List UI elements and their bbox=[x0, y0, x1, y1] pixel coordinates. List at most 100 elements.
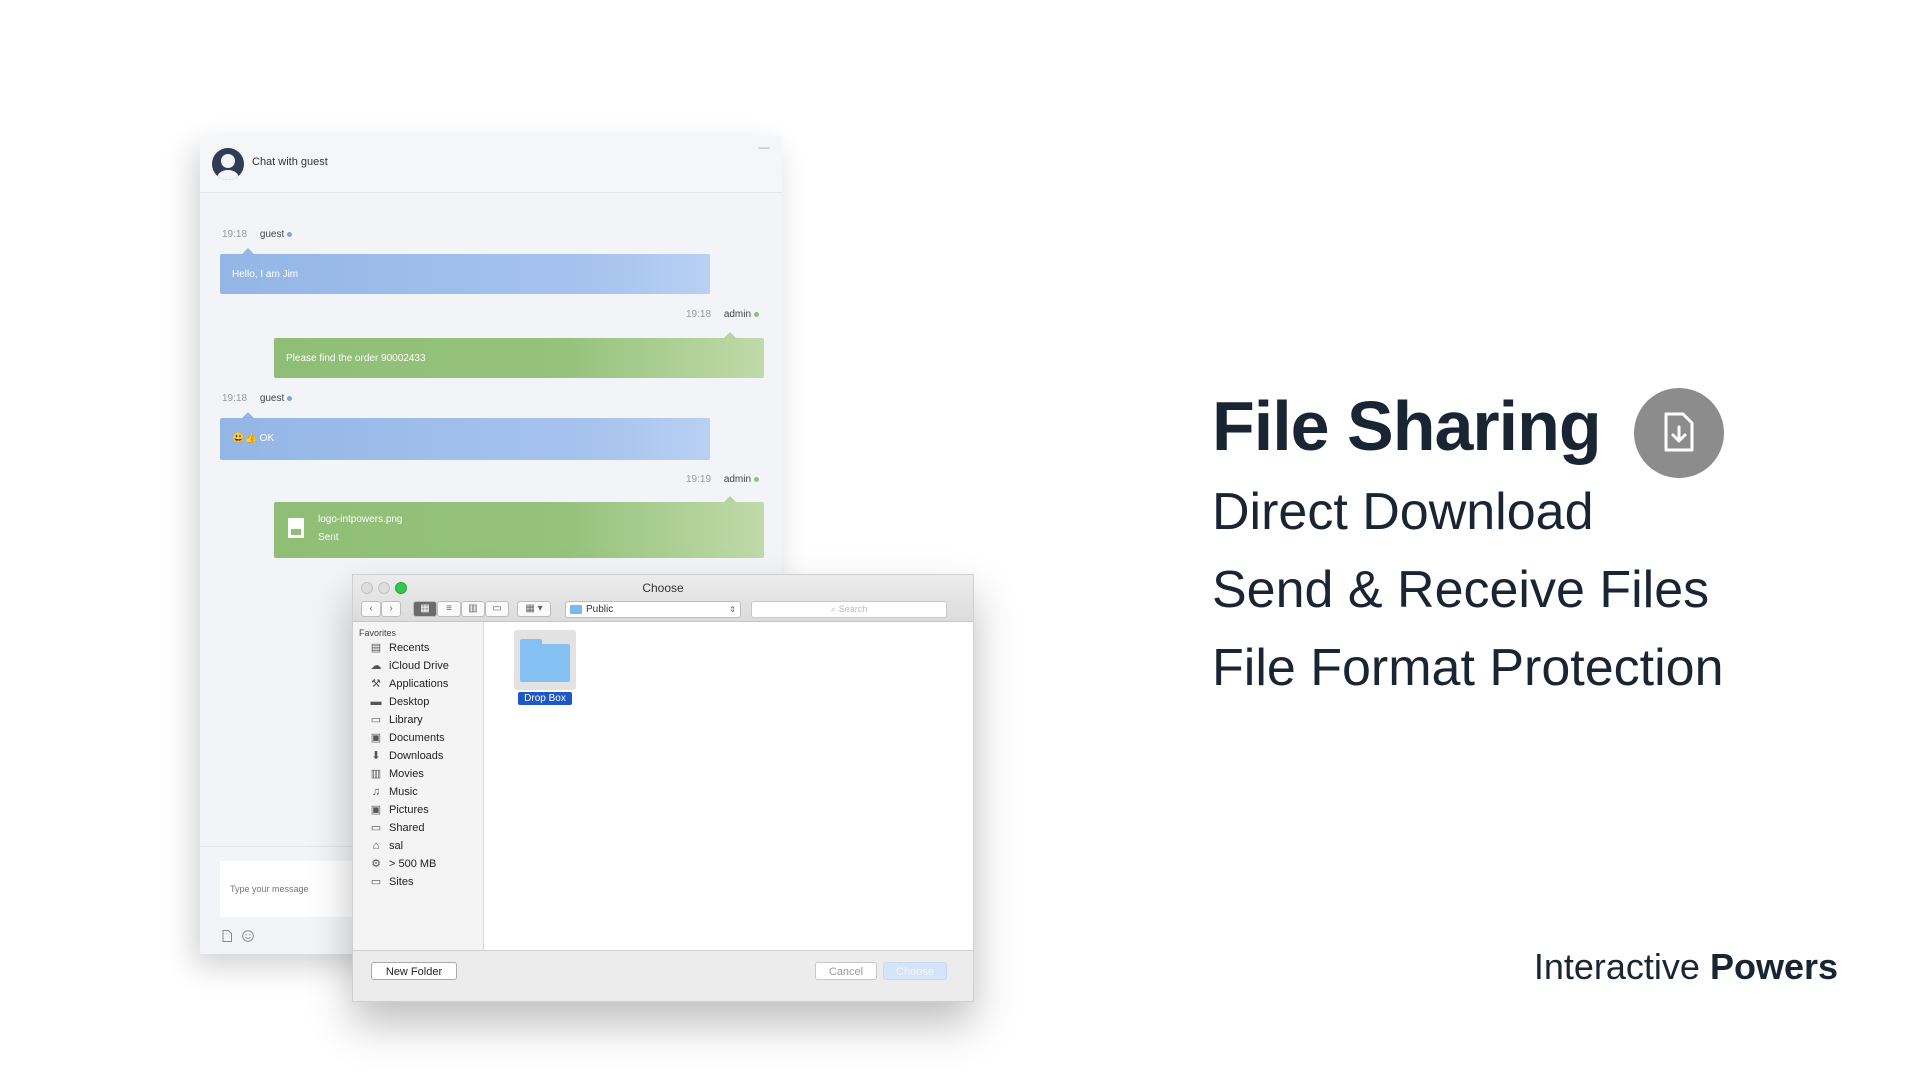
dialog-sidebar: Favorites ▤ Recents ☁ iCloud Drive ⚒ Applic… bbox=[353, 622, 484, 950]
sidebar-item-icloud-drive[interactable]: ☁ iCloud Drive bbox=[369, 656, 449, 676]
recents-icon: ▤ bbox=[370, 642, 382, 654]
online-dot bbox=[754, 311, 760, 317]
folder-item-drop-box[interactable]: Drop Box bbox=[514, 630, 576, 706]
dialog-title: Choose bbox=[642, 581, 684, 595]
arrange-grid-icon: ▦ ▾ bbox=[525, 603, 543, 614]
online-dot bbox=[287, 395, 293, 401]
message-user: guest bbox=[259, 393, 285, 404]
message-bubble-guest: 😃👍 OK bbox=[220, 412, 710, 460]
message-text: 😃👍 OK bbox=[232, 433, 275, 444]
feature-title: File Sharing bbox=[1212, 387, 1602, 465]
feature-format-protection: File Format Protection bbox=[1212, 639, 1724, 697]
message-text: Please find the order 90002433 bbox=[286, 353, 426, 364]
sidebar-item-shared[interactable]: ▭ Shared bbox=[369, 818, 425, 838]
movies-icon: ▥ bbox=[370, 768, 382, 780]
column-view-button[interactable]: ▥ bbox=[461, 601, 485, 617]
favorites-header: Favorites bbox=[359, 628, 397, 638]
sidebar-item-sal[interactable]: ⌂ sal bbox=[369, 836, 403, 856]
folder-label: Drop Box bbox=[518, 692, 572, 705]
message-user: admin bbox=[723, 474, 752, 485]
sidebar-item-downloads[interactable]: ⬇ Downloads bbox=[369, 746, 443, 766]
attach-file-icon[interactable] bbox=[222, 930, 232, 942]
message-meta: 19:18 guest bbox=[222, 393, 293, 404]
minimize-button[interactable]: — bbox=[758, 140, 770, 154]
downloads-icon: ⬇ bbox=[371, 750, 381, 762]
sidebar-item-500mb[interactable]: ⚙ > 500 MB bbox=[369, 854, 436, 874]
emoji-icon[interactable] bbox=[242, 930, 254, 942]
file-message-bubble[interactable]: logo-intpowers.png Sent bbox=[274, 496, 764, 558]
sidebar-item-music[interactable]: ♫ Music bbox=[369, 782, 418, 802]
folder-icon: ▭ bbox=[370, 822, 382, 834]
message-bubble-guest: Hello, I am Jim bbox=[220, 248, 710, 294]
gear-icon: ⚙ bbox=[371, 858, 381, 870]
cover-flow-icon: ▭ bbox=[492, 603, 502, 614]
brand-light: Interactive bbox=[1533, 946, 1700, 987]
choose-button[interactable]: Choose bbox=[883, 962, 947, 980]
brand-logo: Interactive Powers bbox=[1534, 946, 1838, 988]
grid-icon: ▦ bbox=[420, 603, 430, 614]
desktop-icon: ▬ bbox=[370, 696, 382, 708]
columns-icon: ▥ bbox=[468, 603, 478, 614]
message-user: admin bbox=[723, 309, 752, 320]
file-download-icon bbox=[1634, 388, 1724, 478]
folder-icon bbox=[520, 639, 570, 682]
cancel-button[interactable]: Cancel bbox=[815, 962, 877, 980]
location-label: Public bbox=[586, 604, 614, 615]
file-status: Sent bbox=[318, 532, 339, 543]
chevron-right-icon: › bbox=[389, 603, 393, 614]
feature-direct-download: Direct Download bbox=[1212, 483, 1594, 541]
list-view-button[interactable]: ≡ bbox=[437, 601, 461, 617]
avatar bbox=[212, 148, 244, 180]
applications-icon: ⚒ bbox=[371, 678, 381, 690]
music-icon: ♫ bbox=[371, 786, 381, 798]
image-file-icon bbox=[288, 518, 304, 538]
sidebar-item-movies[interactable]: ▥ Movies bbox=[369, 764, 424, 784]
file-browser-content: Drop Box bbox=[484, 622, 973, 950]
sidebar-item-documents[interactable]: ▣ Documents bbox=[369, 728, 445, 748]
online-dot bbox=[287, 231, 293, 237]
feature-send-receive: Send & Receive Files bbox=[1212, 561, 1710, 619]
icon-view-button[interactable]: ▦ bbox=[413, 601, 437, 617]
folder-icon bbox=[570, 605, 582, 614]
forward-button[interactable]: › bbox=[381, 601, 401, 617]
sidebar-item-sites[interactable]: ▭ Sites bbox=[369, 872, 414, 892]
message-time: 19:18 bbox=[686, 309, 712, 320]
folder-icon: ▭ bbox=[370, 876, 382, 888]
dialog-footer: New Folder Cancel Choose bbox=[353, 950, 973, 1001]
documents-icon: ▣ bbox=[370, 732, 382, 744]
location-popup[interactable]: Public ⇕ bbox=[565, 601, 741, 618]
back-button[interactable]: ‹ bbox=[361, 601, 381, 617]
sidebar-item-library[interactable]: ▭ Library bbox=[369, 710, 423, 730]
cloud-icon: ☁ bbox=[370, 660, 382, 672]
home-icon: ⌂ bbox=[372, 840, 380, 852]
brand-bold: Powers bbox=[1709, 946, 1838, 987]
cover-flow-button[interactable]: ▭ bbox=[485, 601, 509, 617]
message-time: 19:19 bbox=[686, 474, 712, 485]
sidebar-item-applications[interactable]: ⚒ Applications bbox=[369, 674, 448, 694]
message-meta: 19:19 admin bbox=[686, 474, 760, 485]
message-user: guest bbox=[259, 229, 285, 240]
sidebar-item-recents[interactable]: ▤ Recents bbox=[369, 638, 430, 658]
updown-chevron-icon: ⇕ bbox=[729, 605, 736, 614]
file-name[interactable]: logo-intpowers.png bbox=[318, 514, 403, 525]
online-dot bbox=[754, 476, 760, 482]
chat-header: Chat with guest — bbox=[200, 136, 782, 193]
dialog-titlebar: Choose ‹ › ▦ ≡ ▥ ▭ ▦ ▾ Public ⇕ ⌕ Search bbox=[353, 575, 973, 622]
message-time: 19:18 bbox=[222, 229, 248, 240]
message-meta: 19:18 guest bbox=[222, 229, 293, 240]
pictures-icon: ▣ bbox=[370, 804, 382, 816]
chat-title: Chat with guest bbox=[252, 156, 328, 168]
message-bubble-admin: Please find the order 90002433 bbox=[274, 332, 764, 378]
message-meta: 19:18 admin bbox=[686, 309, 760, 320]
search-input[interactable]: ⌕ Search bbox=[751, 601, 947, 618]
file-chooser-dialog: Choose ‹ › ▦ ≡ ▥ ▭ ▦ ▾ Public ⇕ ⌕ Search … bbox=[352, 574, 974, 1002]
new-folder-button[interactable]: New Folder bbox=[371, 962, 457, 980]
search-icon: ⌕ bbox=[830, 604, 836, 614]
arrange-button[interactable]: ▦ ▾ bbox=[517, 601, 551, 617]
sidebar-item-pictures[interactable]: ▣ Pictures bbox=[369, 800, 429, 820]
sidebar-item-desktop[interactable]: ▬ Desktop bbox=[369, 692, 430, 712]
list-icon: ≡ bbox=[446, 603, 452, 614]
search-placeholder: Search bbox=[838, 604, 868, 614]
message-time: 19:18 bbox=[222, 393, 248, 404]
folder-icon: ▭ bbox=[370, 714, 382, 726]
